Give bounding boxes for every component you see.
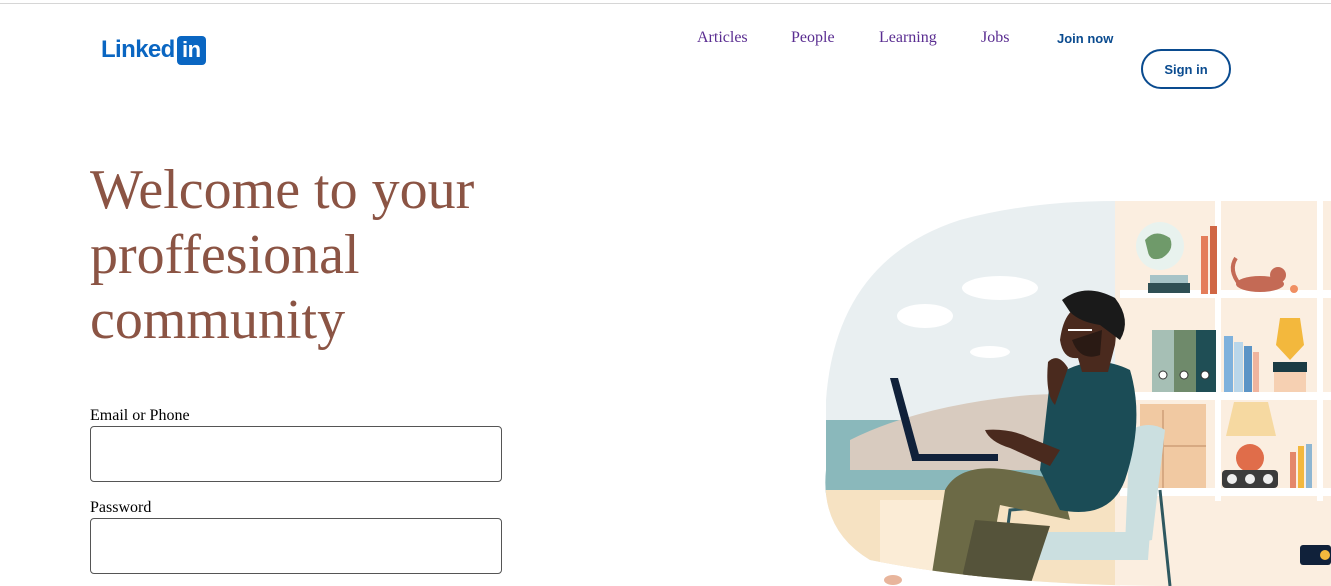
headline-line: community bbox=[90, 289, 346, 351]
nav-articles-link[interactable]: Articles bbox=[697, 29, 748, 47]
password-field[interactable] bbox=[90, 518, 502, 574]
hero-illustration bbox=[825, 201, 1331, 586]
email-field[interactable] bbox=[90, 426, 502, 482]
email-label: Email or Phone bbox=[90, 407, 190, 424]
sign-in-button[interactable]: Sign in bbox=[1141, 49, 1231, 89]
top-divider bbox=[0, 3, 1331, 4]
page-headline: Welcome to your proffesional community bbox=[90, 158, 530, 353]
nav-jobs-link[interactable]: Jobs bbox=[981, 29, 1009, 47]
headline-line: proffesional bbox=[90, 224, 360, 286]
linkedin-logo[interactable]: Linked in bbox=[101, 35, 206, 65]
logo-in-box: in bbox=[176, 35, 206, 65]
headline-line: Welcome to your bbox=[90, 159, 475, 221]
join-now-link[interactable]: Join now bbox=[1057, 31, 1113, 46]
logo-wordmark: Linked bbox=[101, 36, 175, 63]
password-label: Password bbox=[90, 499, 152, 516]
nav-people-link[interactable]: People bbox=[791, 29, 835, 47]
nav-learning-link[interactable]: Learning bbox=[879, 29, 937, 47]
